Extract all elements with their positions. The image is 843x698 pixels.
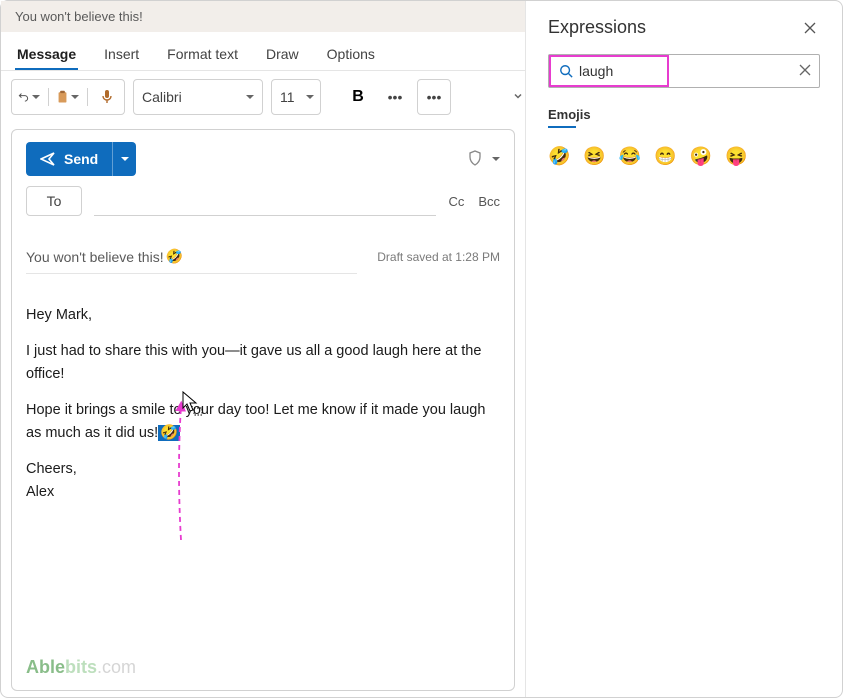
collapse-ribbon-button[interactable] bbox=[513, 91, 523, 104]
tab-format-text[interactable]: Format text bbox=[165, 40, 240, 70]
search-icon bbox=[559, 64, 573, 78]
tab-insert[interactable]: Insert bbox=[102, 40, 141, 70]
emoji-result[interactable]: 😁 bbox=[654, 146, 676, 167]
font-selector[interactable]: Calibri bbox=[133, 79, 263, 115]
section-underline bbox=[548, 126, 576, 128]
font-size: 11 bbox=[280, 89, 295, 105]
body-emoji: 🤣 bbox=[158, 425, 180, 442]
more-formatting-button[interactable]: ••• bbox=[381, 89, 409, 105]
body-greeting: Hey Mark, bbox=[26, 304, 500, 326]
send-label: Send bbox=[64, 151, 98, 167]
expressions-title: Expressions bbox=[548, 17, 646, 38]
to-input[interactable] bbox=[94, 186, 436, 216]
font-name: Calibri bbox=[142, 89, 182, 105]
ribbon-tabs: Message Insert Format text Draw Options bbox=[1, 32, 525, 71]
subject-field[interactable]: You won't believe this! 🤣 bbox=[26, 248, 357, 274]
emoji-result[interactable]: 😆 bbox=[583, 146, 605, 167]
clipboard-group bbox=[11, 79, 125, 115]
body-paragraph-2: Hope it brings a smile to your day too! … bbox=[26, 399, 500, 444]
encryption-icon[interactable] bbox=[468, 150, 482, 169]
paste-button[interactable] bbox=[57, 86, 79, 108]
more-commands-button[interactable]: ••• bbox=[417, 79, 451, 115]
emojis-section-label: Emojis bbox=[548, 107, 591, 126]
email-body[interactable]: Hey Mark, I just had to share this with … bbox=[12, 280, 514, 690]
emoji-result[interactable]: 😂 bbox=[619, 146, 641, 167]
send-split-button: Send bbox=[26, 142, 136, 176]
emoji-result[interactable]: 🤣 bbox=[548, 146, 570, 167]
close-panel-button[interactable] bbox=[800, 18, 820, 38]
expression-search bbox=[548, 54, 820, 88]
bcc-button[interactable]: Bcc bbox=[478, 194, 500, 209]
cc-button[interactable]: Cc bbox=[448, 194, 464, 209]
window-title: You won't believe this! bbox=[1, 1, 525, 32]
expressions-panel: Expressions Emojis 🤣 😆 😂 😁 🤪 😝 bbox=[525, 1, 842, 697]
tab-draw[interactable]: Draw bbox=[264, 40, 301, 70]
message-options-button[interactable] bbox=[490, 150, 500, 168]
body-paragraph-1: I just had to share this with you—it gav… bbox=[26, 340, 500, 385]
body-name: Alex bbox=[26, 481, 500, 503]
emoji-result[interactable]: 😝 bbox=[725, 146, 747, 167]
tab-options[interactable]: Options bbox=[325, 40, 377, 70]
emoji-result[interactable]: 🤪 bbox=[690, 146, 712, 167]
send-button[interactable]: Send bbox=[26, 142, 112, 176]
undo-button[interactable] bbox=[18, 86, 40, 108]
bold-button[interactable]: B bbox=[343, 79, 373, 115]
expression-search-input[interactable] bbox=[579, 63, 649, 79]
draft-status: Draft saved at 1:28 PM bbox=[377, 250, 500, 272]
compose-card: Send To Cc Bcc You won't believe this! 🤣 bbox=[11, 129, 515, 691]
clear-search-button[interactable] bbox=[799, 64, 811, 79]
tab-message[interactable]: Message bbox=[15, 40, 78, 70]
dictate-button[interactable] bbox=[96, 86, 118, 108]
to-button[interactable]: To bbox=[26, 186, 82, 216]
subject-text: You won't believe this! bbox=[26, 249, 164, 265]
ribbon-toolbar: Calibri 11 B ••• ••• bbox=[1, 71, 525, 123]
subject-emoji: 🤣 bbox=[166, 248, 183, 265]
watermark: Ablebits.com bbox=[26, 657, 136, 678]
font-size-selector[interactable]: 11 bbox=[271, 79, 321, 115]
body-signoff: Cheers, bbox=[26, 458, 500, 480]
emoji-results: 🤣 😆 😂 😁 🤪 😝 bbox=[548, 146, 820, 167]
expression-search-box[interactable] bbox=[549, 55, 669, 87]
send-options-button[interactable] bbox=[112, 142, 136, 176]
